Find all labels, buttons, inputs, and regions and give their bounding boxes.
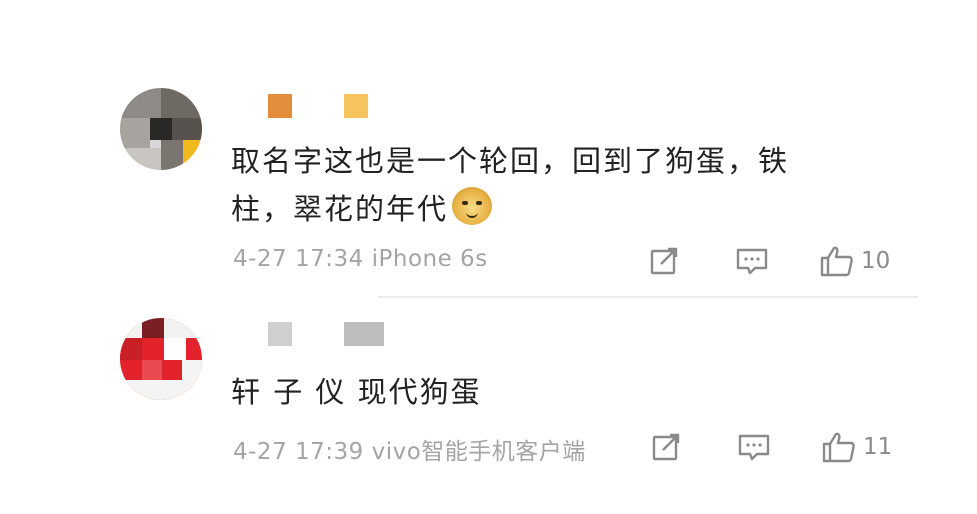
timestamp: 4-27 17:34 <box>233 246 364 272</box>
timestamp: 4-27 17:39 <box>233 439 364 465</box>
username-pixel <box>268 322 292 346</box>
username-pixelated[interactable] <box>268 322 384 346</box>
comment-actions: 10 <box>640 244 890 278</box>
reply-button[interactable] <box>737 431 771 463</box>
like-button[interactable]: 10 <box>819 244 890 278</box>
like-button[interactable]: 11 <box>821 430 892 464</box>
like-count: 11 <box>863 434 893 460</box>
share-button[interactable] <box>650 431 682 463</box>
comment-text-line: 取名字这也是一个轮回，回到了狗蛋，铁 <box>231 144 790 178</box>
username-pixel <box>344 322 384 346</box>
device-source: vivo智能手机客户端 <box>371 439 586 465</box>
like-count: 10 <box>861 248 891 274</box>
username-pixelated[interactable] <box>268 94 368 118</box>
comment-icon <box>736 248 768 275</box>
comment-item: 轩 子 仪 现代狗蛋 4-27 17:39 vivo智能手机客户端 11 <box>0 296 977 514</box>
comment-icon <box>738 434 770 461</box>
comment-meta: 4-27 17:34 iPhone 6s <box>233 246 488 272</box>
share-button[interactable] <box>648 245 680 277</box>
comment-text-line: 轩 子 仪 现代狗蛋 <box>231 375 482 409</box>
doge-emoji-icon <box>452 187 493 225</box>
share-icon <box>650 247 678 275</box>
user-avatar[interactable] <box>120 88 202 170</box>
username-pixel <box>268 94 292 118</box>
reply-button[interactable] <box>735 245 769 277</box>
comment-meta: 4-27 17:39 vivo智能手机客户端 <box>233 432 586 466</box>
user-avatar[interactable] <box>120 318 202 400</box>
comment-text: 轩 子 仪 现代狗蛋 <box>231 368 841 416</box>
comment-text-line: 柱，翠花的年代 <box>231 185 841 233</box>
share-icon <box>652 433 680 461</box>
comment-item: 取名字这也是一个轮回，回到了狗蛋，铁 柱，翠花的年代 4-27 17:34 iP… <box>0 0 977 296</box>
comment-actions: 11 <box>640 430 892 464</box>
device-source: iPhone 6s <box>371 246 488 272</box>
comment-text: 取名字这也是一个轮回，回到了狗蛋，铁 柱，翠花的年代 <box>231 137 841 233</box>
thumbs-up-icon <box>822 432 855 463</box>
username-pixel <box>344 94 368 118</box>
thumbs-up-icon <box>820 246 853 277</box>
